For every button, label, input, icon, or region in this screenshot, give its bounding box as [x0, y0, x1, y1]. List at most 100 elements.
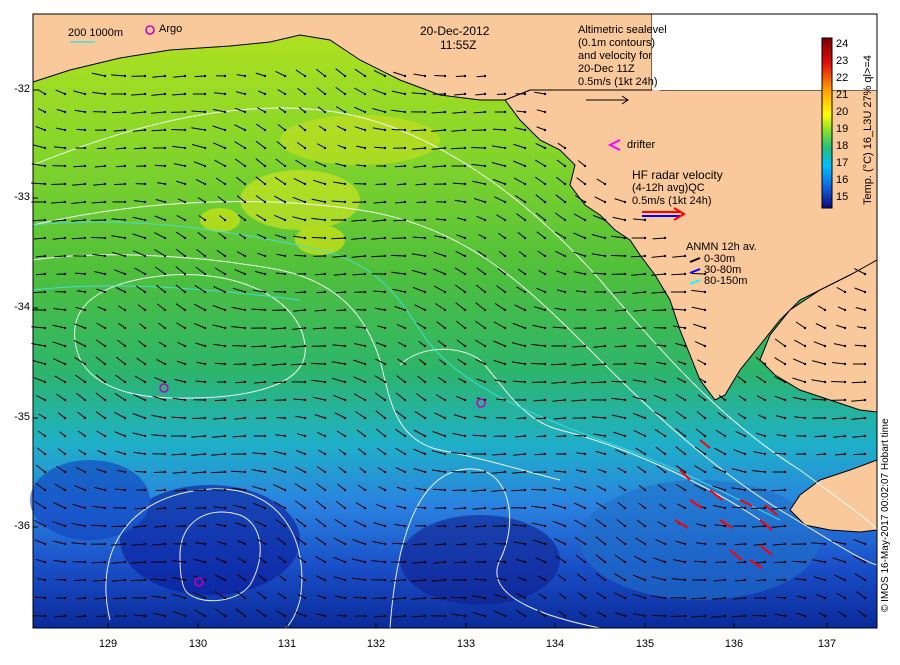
velocity-arrow-head	[484, 561, 486, 563]
velocity-arrow-head	[424, 201, 426, 203]
velocity-arrow-head	[864, 381, 866, 383]
velocity-arrow-head	[284, 309, 286, 311]
velocity-arrow-head	[524, 435, 526, 437]
velocity-arrow-head	[444, 129, 446, 131]
argo-legend-label: Argo	[159, 23, 182, 35]
velocity-arrow-head	[164, 201, 166, 203]
velocity-arrow-head	[104, 417, 106, 419]
velocity-arrow-head	[244, 201, 246, 203]
velocity-arrow-head	[84, 381, 86, 383]
velocity-arrow-head	[504, 381, 506, 383]
velocity-arrow-head	[284, 507, 286, 509]
velocity-arrow-head	[184, 615, 186, 617]
velocity-arrow-head	[424, 363, 426, 365]
velocity-arrow-head	[364, 237, 366, 239]
velocity-arrow-head	[604, 489, 606, 491]
velocity-arrow-head	[104, 201, 106, 203]
velocity-arrow-head	[364, 417, 366, 419]
velocity-arrow-head	[124, 165, 126, 167]
velocity-arrow-head	[144, 129, 146, 131]
velocity-arrow-head	[524, 363, 526, 365]
velocity-arrow-head	[184, 183, 186, 185]
velocity-arrow-head	[284, 147, 286, 149]
velocity-arrow-head	[704, 399, 706, 401]
velocity-arrow-head	[224, 579, 226, 581]
velocity-arrow-head	[204, 291, 206, 293]
velocity-arrow-head	[584, 327, 586, 329]
velocity-arrow-head	[44, 165, 46, 167]
velocity-arrow-head	[44, 597, 46, 599]
velocity-arrow-head	[164, 147, 166, 149]
velocity-arrow-head	[524, 615, 526, 617]
velocity-arrow-head	[204, 435, 206, 437]
velocity-arrow-head	[124, 453, 126, 455]
velocity-arrow-head	[804, 579, 806, 581]
colorbar-tick: 18	[836, 141, 848, 152]
velocity-arrow-head	[524, 165, 526, 167]
velocity-arrow-head	[304, 345, 306, 347]
velocity-arrow-head	[84, 111, 86, 113]
velocity-arrow-head	[124, 309, 126, 311]
velocity-arrow-head	[384, 579, 386, 581]
velocity-arrow-head	[504, 507, 506, 509]
velocity-arrow-head	[344, 93, 346, 95]
velocity-arrow-head	[344, 75, 346, 77]
velocity-arrow-head	[44, 381, 46, 383]
velocity-arrow-head	[364, 255, 366, 257]
velocity-arrow-head	[104, 507, 106, 509]
velocity-arrow-head	[624, 489, 626, 491]
velocity-arrow-head	[344, 309, 346, 311]
velocity-arrow-head	[324, 417, 326, 419]
velocity-arrow-head	[644, 219, 646, 221]
velocity-arrow-head	[444, 579, 446, 581]
velocity-arrow	[597, 310, 606, 311]
velocity-arrow-head	[544, 129, 546, 131]
velocity-arrow-head	[704, 435, 706, 437]
velocity-arrow-head	[784, 381, 786, 383]
velocity-arrow-head	[64, 345, 66, 347]
velocity-arrow-head	[644, 435, 646, 437]
velocity-arrow-head	[184, 399, 186, 401]
velocity-arrow-head	[644, 327, 646, 329]
velocity-arrow-head	[844, 363, 846, 365]
velocity-arrow-head	[164, 183, 166, 185]
velocity-arrow-head	[464, 507, 466, 509]
velocity-arrow-head	[724, 471, 726, 473]
velocity-arrow-head	[264, 93, 266, 95]
velocity-arrow-head	[204, 543, 206, 545]
velocity-arrow-head	[104, 381, 106, 383]
velocity-arrow-head	[804, 363, 806, 365]
velocity-arrow-head	[364, 291, 366, 293]
velocity-arrow-head	[464, 489, 466, 491]
velocity-arrow-head	[324, 201, 326, 203]
velocity-arrow-head	[564, 561, 566, 563]
velocity-arrow-head	[164, 579, 166, 581]
velocity-arrow	[192, 418, 205, 419]
x-tick-label: 136	[719, 638, 749, 650]
velocity-arrow-head	[364, 435, 366, 437]
velocity-arrow-head	[84, 93, 86, 95]
velocity-arrow-head	[564, 309, 566, 311]
velocity-arrow-head	[444, 219, 446, 221]
velocity-arrow-head	[864, 309, 866, 311]
velocity-arrow-head	[244, 291, 246, 293]
velocity-arrow-head	[464, 147, 466, 149]
velocity-arrow-head	[104, 183, 106, 185]
velocity-arrow-head	[564, 489, 566, 491]
velocity-arrow-head	[504, 615, 506, 617]
velocity-arrow-head	[564, 435, 566, 437]
velocity-arrow-head	[224, 219, 226, 221]
velocity-arrow-head	[304, 525, 306, 527]
velocity-arrow	[152, 130, 165, 131]
velocity-arrow-head	[824, 453, 826, 455]
velocity-arrow-head	[144, 327, 146, 329]
velocity-arrow-head	[64, 435, 66, 437]
velocity-arrow-head	[664, 291, 666, 293]
velocity-arrow-head	[504, 543, 506, 545]
velocity-arrow-head	[584, 615, 586, 617]
velocity-arrow-head	[104, 471, 106, 473]
velocity-arrow-head	[704, 579, 706, 581]
velocity-arrow-head	[124, 615, 126, 617]
velocity-arrow-head	[184, 237, 186, 239]
velocity-arrow-head	[684, 507, 686, 509]
